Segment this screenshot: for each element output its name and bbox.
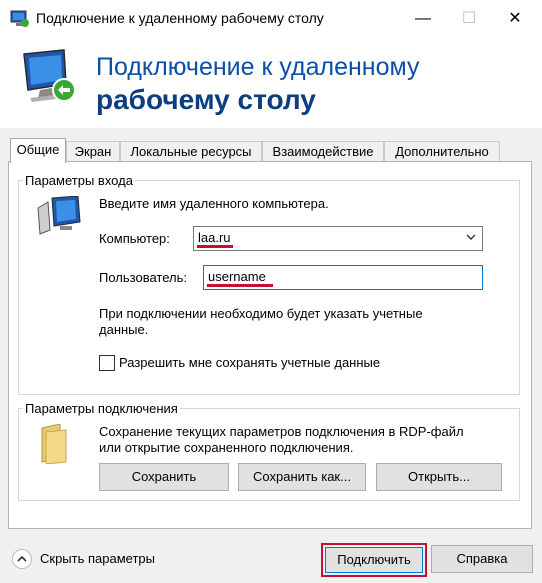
save-button[interactable]: Сохранить — [99, 463, 229, 491]
user-value: username — [208, 269, 266, 284]
folder-icon — [41, 424, 67, 464]
remote-desktop-icon — [10, 10, 29, 27]
save-credentials-label[interactable]: Разрешить мне сохранять учетные данные — [119, 355, 380, 370]
login-prompt: Введите имя удаленного компьютера. — [99, 196, 329, 211]
user-label: Пользователь: — [99, 270, 187, 285]
connection-desc-line1: Сохранение текущих параметров подключени… — [99, 424, 464, 439]
help-button[interactable]: Справка — [431, 545, 533, 573]
tab-general[interactable]: Общие — [10, 138, 66, 163]
close-button[interactable]: ✕ — [492, 0, 538, 38]
maximize-button: ☐ — [461, 10, 477, 27]
banner-title-line1: Подключение к удаленному — [96, 53, 420, 81]
chevron-up-icon[interactable] — [12, 549, 32, 569]
open-button[interactable]: Открыть... — [376, 463, 502, 491]
connect-button-label: Подключить — [325, 547, 423, 573]
credentials-note-line1: При подключении необходимо будет указать… — [99, 306, 423, 321]
connection-desc-line2: или открытие сохраненного подключения. — [99, 440, 354, 455]
connect-button[interactable]: Подключить — [321, 543, 427, 577]
save-credentials-checkbox[interactable] — [99, 355, 115, 371]
minimize-button[interactable]: — — [400, 0, 446, 38]
computer-icon — [37, 196, 81, 235]
computer-label: Компьютер: — [99, 231, 170, 246]
save-as-button[interactable]: Сохранить как... — [238, 463, 366, 491]
chevron-down-icon[interactable] — [466, 232, 476, 242]
tab-local-resources[interactable]: Локальные ресурсы — [120, 141, 262, 162]
window-title: Подключение к удаленному рабочему столу — [36, 10, 324, 26]
tab-experience[interactable]: Взаимодействие — [262, 141, 384, 162]
banner-title-line2: рабочему столу — [96, 84, 316, 115]
user-input[interactable]: username — [203, 265, 483, 290]
computer-value: laa.ru — [198, 230, 231, 245]
tab-display[interactable]: Экран — [66, 141, 120, 162]
connection-group-title: Параметры подключения — [23, 401, 180, 416]
login-group-title: Параметры входа — [23, 173, 135, 188]
highlight-underline — [207, 284, 273, 287]
computer-combobox[interactable]: laa.ru — [193, 226, 483, 251]
credentials-note-line2: данные. — [99, 322, 149, 337]
tab-advanced[interactable]: Дополнительно — [384, 141, 500, 162]
remote-desktop-large-icon — [23, 49, 76, 102]
highlight-underline — [197, 245, 233, 248]
hide-options-link[interactable]: Скрыть параметры — [40, 551, 155, 566]
